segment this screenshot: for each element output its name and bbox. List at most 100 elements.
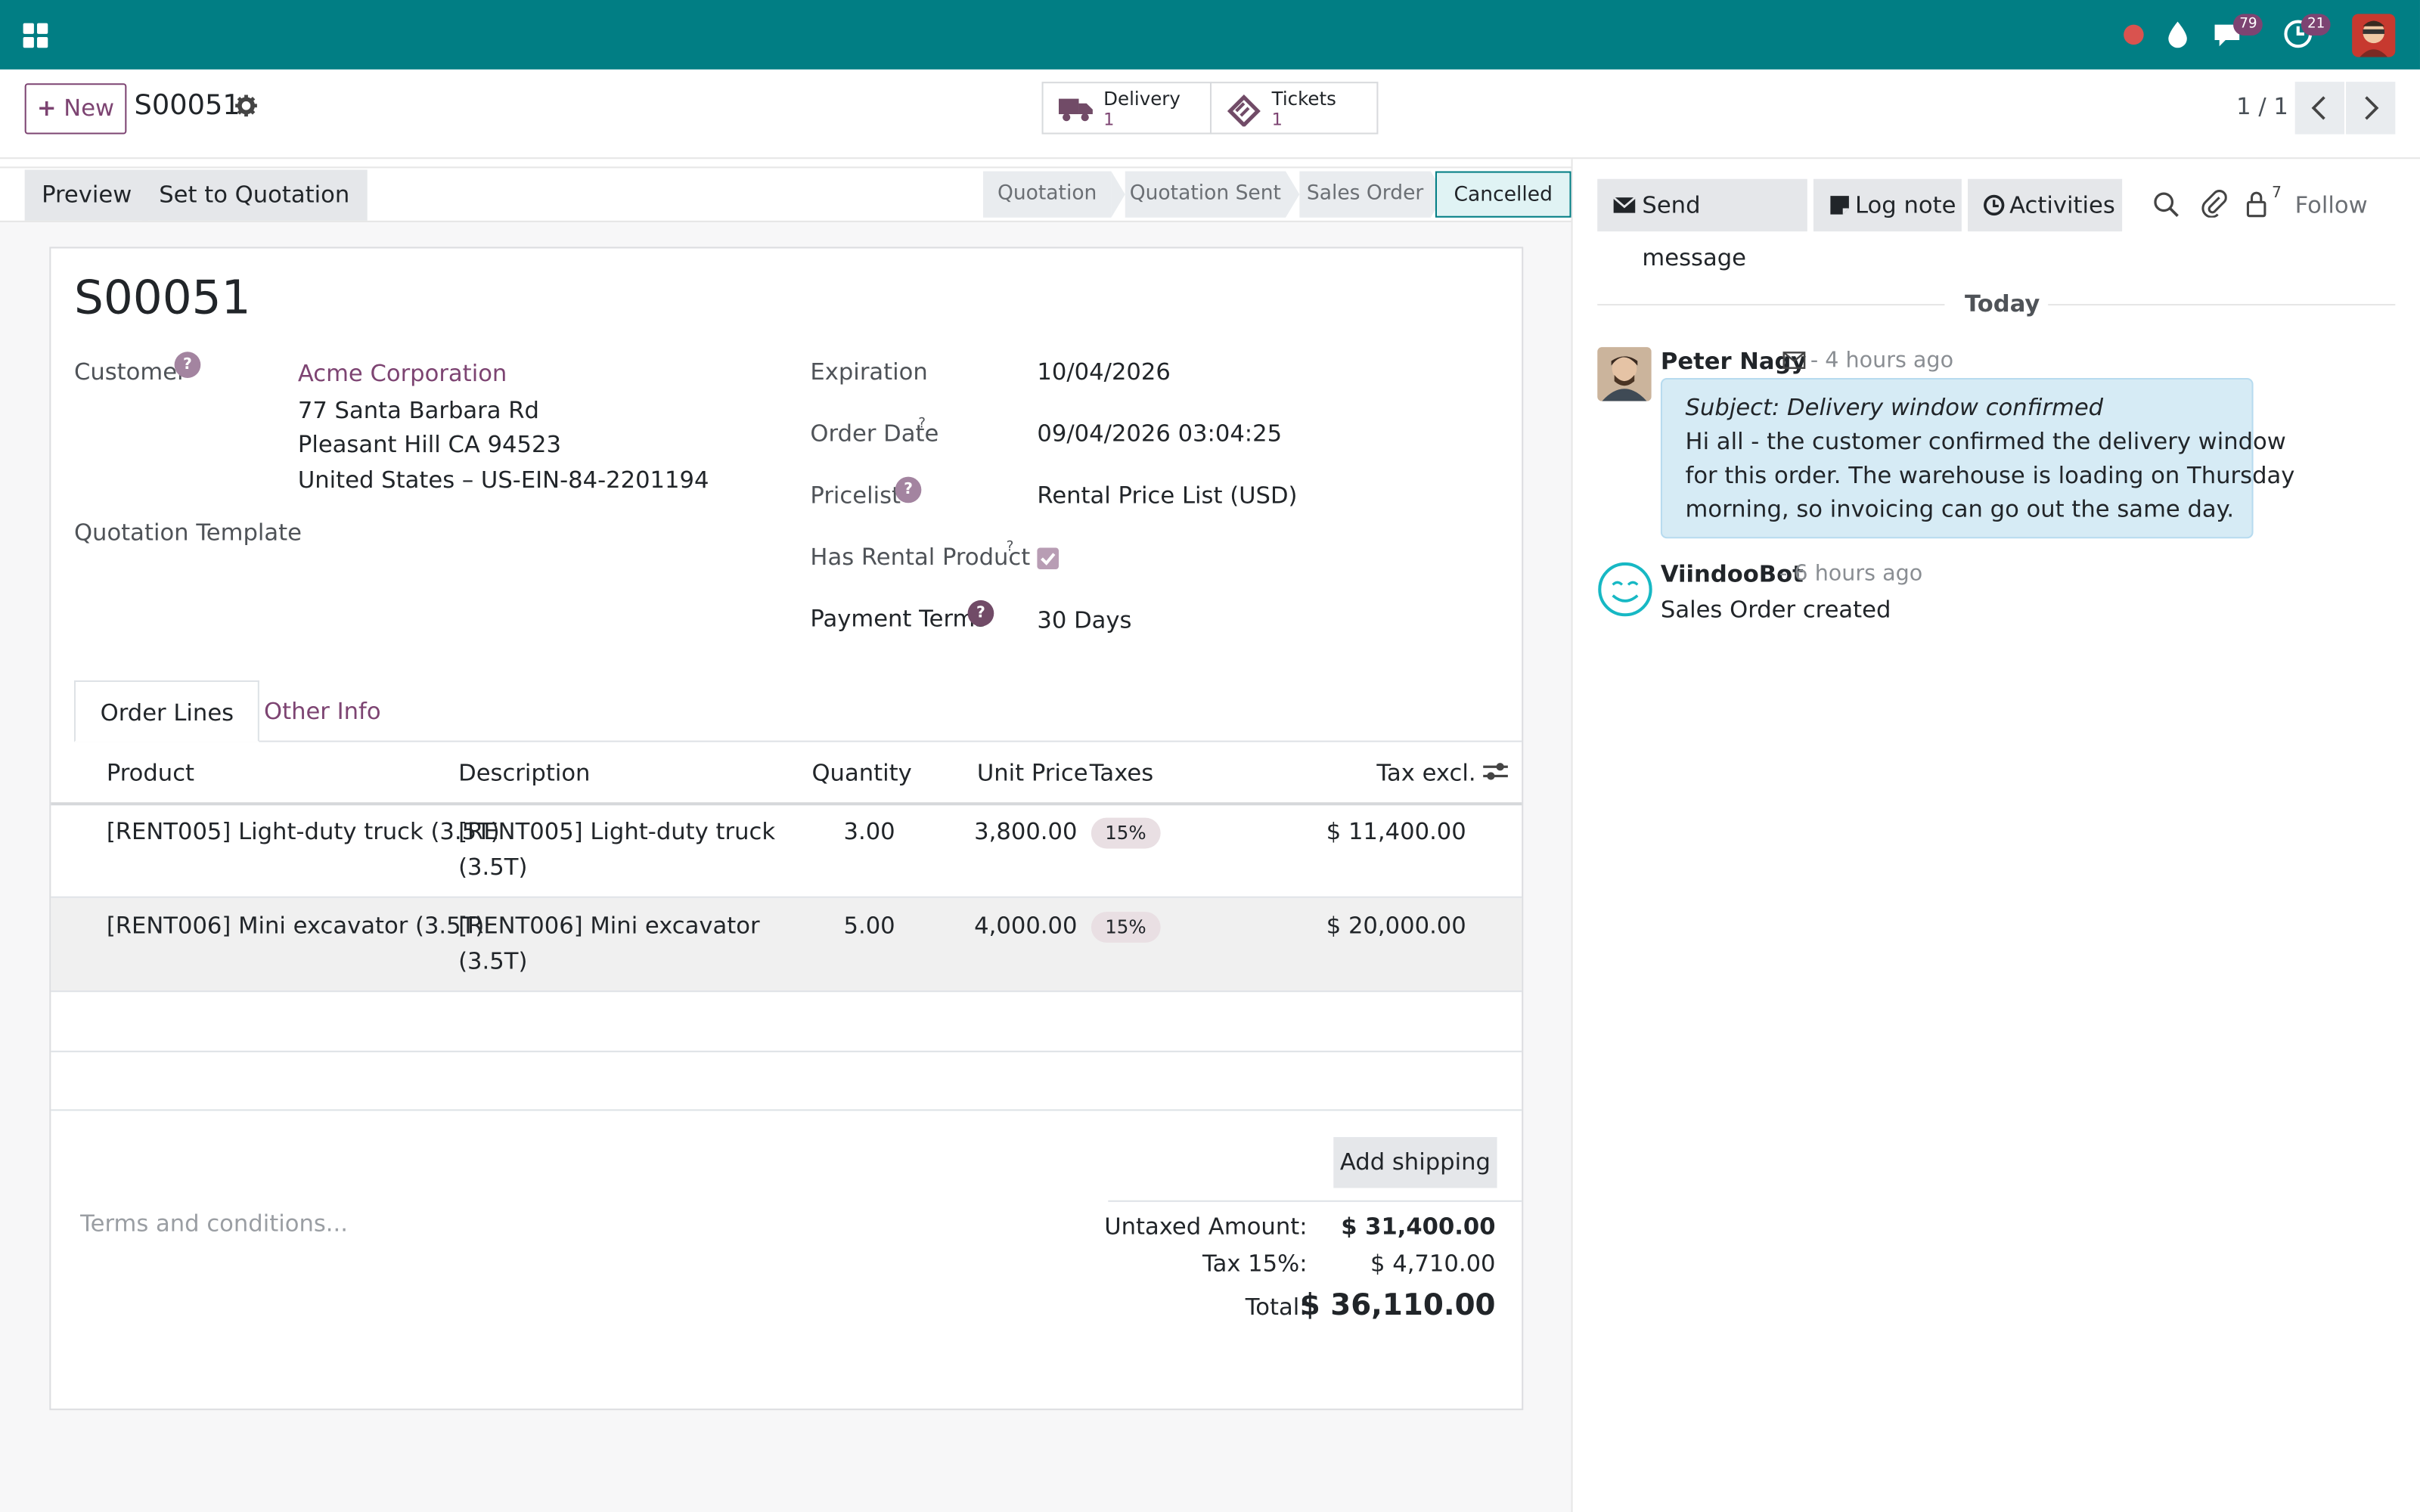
pager-next-button[interactable] <box>2346 82 2396 135</box>
log-note-button[interactable]: Log note <box>1813 178 1962 232</box>
total-value: $ 36,110.00 <box>1299 1288 1496 1322</box>
help-icon[interactable]: ? <box>967 600 994 627</box>
column-description[interactable]: Description <box>458 759 590 787</box>
tickets-count: 1 <box>1271 109 1283 130</box>
pager-value: 1 / 1 <box>2236 92 2288 121</box>
line-description[interactable]: [RENT006] Mini excavator <box>458 909 759 943</box>
line-description[interactable]: (3.5T) <box>458 850 527 884</box>
message-subject: Subject: Delivery window confirmed <box>1685 393 2104 422</box>
gear-icon[interactable] <box>234 94 258 117</box>
line-quantity[interactable]: 3.00 <box>741 815 895 849</box>
add-shipping-button[interactable]: Add shipping <box>1333 1137 1497 1188</box>
water-drop-icon[interactable] <box>2161 17 2195 51</box>
activity-count-badge: 21 <box>2301 14 2332 36</box>
user-avatar[interactable] <box>2352 14 2396 57</box>
pager-previous-button[interactable] <box>2294 82 2344 135</box>
optional-columns-icon[interactable] <box>1481 759 1509 784</box>
note-icon <box>1830 196 1849 215</box>
column-product[interactable]: Product <box>107 759 194 787</box>
customer-link[interactable]: Acme Corporation <box>298 360 507 388</box>
tax-badge[interactable]: 15% <box>1091 817 1161 849</box>
smart-button-delivery[interactable]: Delivery 1 <box>1041 82 1212 135</box>
totals-divider <box>1108 1200 1522 1202</box>
clock-icon <box>1984 194 2005 216</box>
date-separator: Today <box>1964 290 2040 318</box>
message-body: morning, so invoicing can go out the sam… <box>1685 495 2235 523</box>
customer-label: Customer <box>73 358 187 386</box>
stage-quotation-sent[interactable]: Quotation Sent <box>1125 171 1286 218</box>
stage-sales-order[interactable]: Sales Order <box>1299 171 1431 218</box>
pricelist-value[interactable]: Rental Price List (USD) <box>1037 482 1297 510</box>
stage-cancelled[interactable]: Cancelled <box>1435 171 1571 218</box>
help-mark[interactable]: ? <box>1007 540 1014 555</box>
has-rental-label: Has Rental Product <box>810 543 1031 572</box>
column-quantity[interactable]: Quantity <box>811 759 911 787</box>
message-body: Hi all - the customer confirmed the deli… <box>1685 427 2286 456</box>
untaxed-label: Untaxed Amount: <box>1104 1213 1308 1241</box>
line-unit-price[interactable]: 4,000.00 <box>911 909 1077 943</box>
search-icon[interactable] <box>2153 191 2180 218</box>
has-rental-checkbox[interactable] <box>1037 547 1059 570</box>
chatter-divider <box>1571 159 1573 1512</box>
check-icon <box>1041 553 1056 565</box>
payment-terms-value[interactable]: 30 Days <box>1037 606 1131 634</box>
tab-order-lines[interactable]: Order Lines <box>73 680 260 742</box>
new-button[interactable]: + New <box>24 83 127 135</box>
stage-quotation[interactable]: Quotation <box>982 171 1112 218</box>
apps-menu-icon[interactable] <box>18 18 52 52</box>
author-avatar[interactable] <box>1597 347 1652 401</box>
followers-lock-icon[interactable] <box>2245 190 2267 218</box>
customer-address-line2: Pleasant Hill CA 94523 <box>297 430 561 459</box>
chat-count-badge: 79 <box>2233 14 2263 36</box>
stage-arrow <box>1285 171 1300 218</box>
chevron-right-icon <box>2365 96 2379 120</box>
line-unit-price[interactable]: 3,800.00 <box>911 815 1077 849</box>
followers-count: 7 <box>2272 184 2282 203</box>
tax-badge[interactable]: 15% <box>1091 912 1161 943</box>
row-divider <box>51 990 1522 993</box>
untaxed-value: $ 31,400.00 <box>1341 1213 1496 1241</box>
expiration-label: Expiration <box>810 358 928 386</box>
breadcrumb-record: S00051 <box>134 89 240 122</box>
column-taxes[interactable]: Taxes <box>1090 759 1153 787</box>
order-date-value[interactable]: 09/04/2026 03:04:25 <box>1037 420 1282 448</box>
truck-icon <box>1058 98 1093 122</box>
line-quantity[interactable]: 5.00 <box>741 909 895 943</box>
ticket-icon <box>1227 94 1261 127</box>
payment-terms-label: Payment Terms <box>810 604 988 633</box>
send-message-button[interactable]: Send message <box>1597 178 1807 271</box>
record-title: S00051 <box>73 271 251 326</box>
line-description[interactable]: [RENT005] Light-duty truck <box>458 815 775 849</box>
message-body: Sales Order created <box>1660 595 1891 624</box>
date-separator-line <box>1597 304 1945 306</box>
terms-conditions-input[interactable]: Terms and conditions... <box>80 1210 348 1238</box>
paperclip-icon[interactable] <box>2201 190 2227 218</box>
tax-label: Tax 15%: <box>1202 1250 1308 1278</box>
set-to-quotation-button[interactable]: Set to Quotation <box>141 169 367 221</box>
follow-button[interactable]: Follow <box>2295 191 2368 219</box>
help-icon[interactable]: ? <box>174 352 201 378</box>
expiration-value[interactable]: 10/04/2026 <box>1037 358 1170 386</box>
help-icon[interactable]: ? <box>895 476 922 503</box>
message-body: for this order. The warehouse is loading… <box>1685 461 2295 489</box>
delivery-label: Delivery <box>1103 88 1181 110</box>
column-unit-price[interactable]: Unit Price <box>977 759 1088 787</box>
activities-button[interactable]: Activities <box>1968 178 2123 232</box>
help-mark[interactable]: ? <box>918 417 926 432</box>
preview-button[interactable]: Preview <box>24 169 149 221</box>
tickets-label: Tickets <box>1271 88 1336 110</box>
line-product[interactable]: [RENT006] Mini excavator (3.5T) <box>107 909 484 943</box>
column-tax-excl[interactable]: Tax excl. <box>1376 759 1475 787</box>
recording-icon[interactable] <box>2124 24 2144 45</box>
chevron-left-icon <box>2311 96 2325 120</box>
customer-address-line1: 77 Santa Barbara Rd <box>297 396 539 425</box>
customer-address-line3: United States – US-EIN-84-2201194 <box>297 466 709 494</box>
row-divider <box>51 1050 1522 1052</box>
tab-other-info[interactable]: Other Info <box>239 680 405 742</box>
line-subtotal: $ 11,400.00 <box>1326 817 1466 846</box>
line-description[interactable]: (3.5T) <box>458 944 527 978</box>
smart-button-tickets[interactable]: Tickets 1 <box>1209 82 1379 135</box>
line-subtotal: $ 20,000.00 <box>1326 912 1466 940</box>
bot-avatar-icon[interactable] <box>1597 562 1652 617</box>
line-product[interactable]: [RENT005] Light-duty truck (3.5T) <box>107 815 500 849</box>
